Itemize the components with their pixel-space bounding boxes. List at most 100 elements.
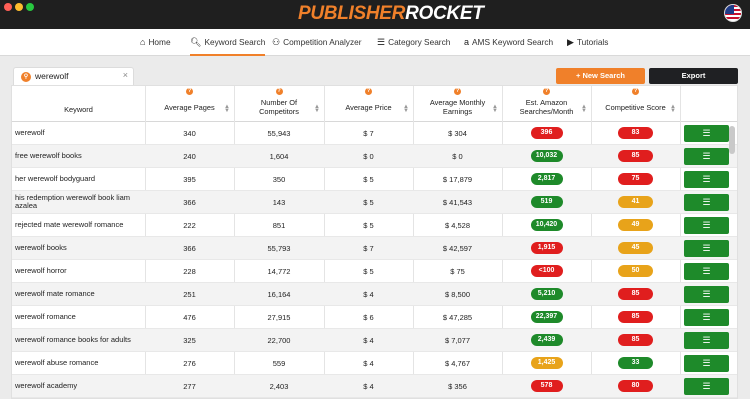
cell-average-price: $ 5 (363, 174, 374, 184)
table-row[interactable]: werewolf books 366 55,793 $ 7 $ 42,597 1… (12, 237, 737, 260)
row-details-button[interactable]: ☰ (684, 148, 729, 165)
row-details-button[interactable]: ☰ (684, 217, 729, 234)
close-window-button[interactable] (4, 3, 12, 11)
cell-average-pages: 277 (183, 381, 196, 391)
scrollbar-thumb[interactable] (729, 126, 735, 154)
export-button[interactable]: Export (649, 68, 738, 84)
search-tab[interactable]: ⚲ werewolf × (13, 67, 134, 85)
row-details-button[interactable]: ☰ (684, 378, 729, 395)
minimize-window-button[interactable] (15, 3, 23, 11)
cell-average-price: $ 5 (363, 266, 374, 276)
close-icon[interactable]: × (123, 70, 128, 80)
score-badge: 85 (618, 150, 653, 162)
row-details-button[interactable]: ☰ (684, 355, 729, 372)
score-badge: 80 (618, 380, 653, 392)
amazon-icon: a (464, 37, 470, 47)
sort-icon[interactable]: ▲ ▼ (224, 104, 230, 114)
cell-keyword: werewolf romance (15, 311, 76, 321)
cell-monthly-earnings: $ 47,285 (442, 312, 473, 322)
sort-icon[interactable]: ▲ ▼ (670, 104, 676, 114)
new-search-button[interactable]: + New Search (556, 68, 645, 84)
searches-badge: 5,210 (530, 288, 563, 300)
cell-keyword: werewolf horror (15, 265, 67, 275)
column-header-average-price[interactable]: ? Average Price ▲ ▼ (324, 86, 413, 122)
cell-average-pages: 340 (183, 128, 196, 138)
row-details-button[interactable]: ☰ (684, 194, 729, 211)
nav-tutorials[interactable]: ▶ Tutorials (567, 29, 608, 56)
app-logo: PUBLISHERROCKET (298, 3, 484, 24)
sort-icon[interactable]: ▲ ▼ (581, 104, 587, 114)
question-icon[interactable]: ? (365, 88, 372, 95)
cell-searches: 10,420 (502, 214, 591, 236)
cell-monthly-earnings: $ 17,879 (442, 174, 473, 184)
question-icon[interactable]: ? (275, 88, 283, 95)
cell-competitors: 143 (272, 197, 286, 207)
searches-badge: 578 (530, 380, 563, 392)
table-row[interactable]: werewolf 340 55,943 $ 7 $ 304 396 83 ☰ (12, 122, 737, 145)
searches-badge: 396 (530, 127, 563, 139)
score-badge: 85 (618, 334, 653, 346)
row-details-button[interactable]: ☰ (684, 309, 729, 326)
question-icon[interactable]: ? (543, 88, 550, 95)
nav-ams-keyword-search[interactable]: a AMS Keyword Search (464, 29, 553, 56)
cell-competitors: 55,793 (267, 243, 291, 253)
us-flag-icon[interactable] (724, 4, 742, 22)
column-header-monthly-earnings[interactable]: ? Average Monthly Earnings ▲ ▼ (413, 86, 502, 122)
table-row[interactable]: werewolf mate romance 251 16,164 $ 4 $ 8… (12, 283, 737, 306)
searches-badge: 2,439 (530, 334, 563, 346)
table-row[interactable]: her werewolf bodyguard 395 350 $ 5 $ 17,… (12, 168, 737, 191)
row-details-button[interactable]: ☰ (684, 263, 729, 280)
nav-category-search[interactable]: ☰ Category Search (377, 29, 450, 56)
list-icon: ☰ (702, 128, 711, 138)
cell-competitors: 14,772 (267, 266, 291, 276)
cell-average-pages: 240 (183, 151, 196, 161)
searches-badge: 1,425 (530, 357, 563, 369)
cell-competitors: 2,403 (269, 381, 289, 391)
cell-monthly-earnings: $ 0 (452, 151, 463, 161)
cell-competitive-score: 83 (591, 122, 680, 144)
column-header-keyword[interactable]: Keyword (12, 86, 145, 122)
cell-average-price: $ 5 (363, 220, 374, 230)
table-row[interactable]: rejected mate werewolf romance 222 851 $… (12, 214, 737, 237)
row-details-button[interactable]: ☰ (684, 332, 729, 349)
row-details-button[interactable]: ☰ (684, 171, 729, 188)
cell-competitive-score: 80 (591, 375, 680, 397)
column-header-searches[interactable]: ? Est. Amazon Searches/Month ▲ ▼ (502, 86, 591, 122)
table-row[interactable]: werewolf romance 476 27,915 $ 6 $ 47,285… (12, 306, 737, 329)
question-icon[interactable]: ? (454, 88, 461, 95)
table-row[interactable]: werewolf horror 228 14,772 $ 5 $ 75 <100… (12, 260, 737, 283)
table-row[interactable]: werewolf abuse romance 276 559 $ 4 $ 4,7… (12, 352, 737, 375)
cell-average-pages: 228 (183, 266, 196, 276)
list-icon: ☰ (702, 335, 711, 345)
column-header-competitive-score[interactable]: ? Competitive Score ▲ ▼ (591, 86, 680, 122)
column-header-average-pages[interactable]: ? Average Pages ▲ ▼ (145, 86, 234, 122)
row-details-button[interactable]: ☰ (684, 125, 729, 142)
table-row[interactable]: werewolf romance books for adults 325 22… (12, 329, 737, 352)
nav-competition-analyzer[interactable]: ⚇ Competition Analyzer (272, 29, 361, 56)
cell-competitive-score: 75 (591, 168, 680, 190)
cell-competitive-score: 85 (591, 283, 680, 305)
nav-home[interactable]: ⌂ Home (140, 29, 171, 56)
cell-monthly-earnings: $ 4,767 (444, 358, 471, 368)
question-icon[interactable]: ? (632, 88, 639, 95)
table-row[interactable]: free werewolf books 240 1,604 $ 0 $ 0 10… (12, 145, 737, 168)
list-icon: ☰ (702, 243, 711, 253)
search-badge-icon: ⚲ (21, 72, 31, 82)
nav-keyword-search[interactable]: 🔍︎ Keyword Search (190, 29, 266, 56)
cell-monthly-earnings: $ 42,597 (442, 243, 473, 253)
sort-icon[interactable]: ▲ ▼ (403, 104, 409, 114)
row-details-button[interactable]: ☰ (684, 240, 729, 257)
search-icon: 🔍︎ (190, 37, 202, 47)
cell-searches: 2,439 (502, 329, 591, 351)
table-row[interactable]: werewolf academy 277 2,403 $ 4 $ 356 578… (12, 375, 737, 398)
sort-icon[interactable]: ▲ ▼ (314, 104, 320, 114)
question-icon[interactable]: ? (186, 88, 193, 95)
cell-competitors: 559 (272, 358, 286, 368)
maximize-window-button[interactable] (26, 3, 34, 11)
row-details-button[interactable]: ☰ (684, 286, 729, 303)
table-row[interactable]: his redemption werewolf book liam azalea… (12, 191, 737, 214)
column-header-competitors[interactable]: ? Number Of Competitors ▲ ▼ (234, 86, 324, 122)
searches-badge: 2,817 (530, 173, 563, 185)
score-badge: 85 (618, 311, 653, 323)
sort-icon[interactable]: ▲ ▼ (492, 104, 498, 114)
